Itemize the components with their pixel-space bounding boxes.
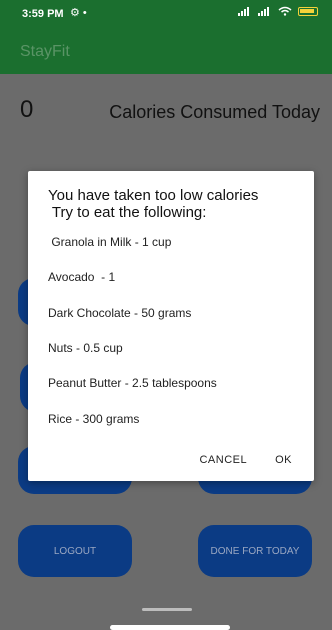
wifi-icon bbox=[278, 6, 292, 16]
signal-icon bbox=[238, 7, 249, 16]
done-for-today-button[interactable]: DONE FOR TODAY bbox=[198, 525, 312, 577]
status-icons bbox=[238, 6, 318, 16]
signal-icon bbox=[258, 7, 269, 16]
calories-label: Calories Consumed Today bbox=[109, 102, 320, 122]
status-time: 3:59 PM bbox=[22, 8, 64, 20]
calories-count: 0 bbox=[20, 96, 34, 123]
food-item: Nuts - 0.5 cup bbox=[48, 341, 123, 355]
app-title: StayFit bbox=[20, 43, 70, 60]
dialog-actions: CANCEL OK bbox=[199, 454, 292, 466]
battery-icon bbox=[298, 6, 318, 16]
dialog-title-line-1: You have taken too low calories bbox=[48, 187, 259, 204]
food-item: Granola in Milk - 1 cup bbox=[48, 235, 172, 249]
cancel-button[interactable]: CANCEL bbox=[199, 454, 247, 466]
notification-icons: ⚙ • bbox=[70, 7, 87, 19]
food-item: Rice - 300 grams bbox=[48, 412, 140, 426]
dialog-title: You have taken too low calories Try to e… bbox=[48, 187, 258, 221]
food-item: Dark Chocolate - 50 grams bbox=[48, 306, 192, 320]
dialog-title-line-2: Try to eat the following: bbox=[48, 204, 207, 221]
home-indicator[interactable] bbox=[110, 625, 230, 630]
food-item: Peanut Butter - 2.5 tablespoons bbox=[48, 376, 217, 390]
logout-button[interactable]: LOGOUT bbox=[18, 525, 132, 577]
app-bar: StayFit bbox=[0, 28, 332, 74]
status-bar: 3:59 PM ⚙ • bbox=[0, 0, 332, 28]
low-calories-dialog: You have taken too low calories Try to e… bbox=[28, 171, 314, 481]
nav-gesture-pill[interactable] bbox=[142, 608, 192, 611]
food-item: Avocado - 1 bbox=[48, 270, 116, 284]
ok-button[interactable]: OK bbox=[275, 454, 292, 466]
